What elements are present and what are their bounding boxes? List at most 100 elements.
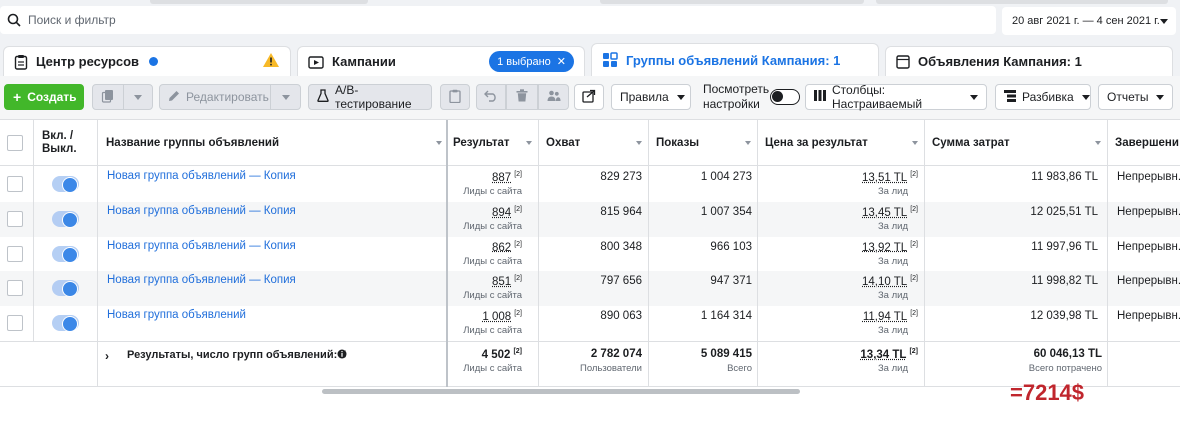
search-input[interactable]: Поиск и фильтр (0, 6, 996, 34)
col-result[interactable]: Результат (445, 120, 538, 166)
undo-icon (484, 90, 498, 105)
date-range-picker[interactable]: 20 авг 2021 г. — 4 сен 2021 г. (1002, 7, 1176, 35)
undo-button[interactable] (476, 84, 506, 110)
grid-line (33, 120, 34, 341)
tab-resources[interactable]: Центр ресурсов (3, 46, 291, 76)
row-toggle[interactable] (52, 280, 79, 296)
table-row[interactable]: Новая группа объявлений — Копия 894 [2] Лид… (0, 202, 1180, 237)
ab-test-button[interactable]: А/В-тестирование (308, 84, 432, 110)
duplicate-button[interactable] (92, 84, 124, 110)
create-button[interactable]: + Создать (4, 84, 84, 110)
adset-name-link[interactable]: Новая группа объявлений — Копия (107, 205, 296, 217)
tab-campaigns[interactable]: Кампании 1 выбрано ✕ (297, 46, 585, 76)
adset-name-link[interactable]: Новая группа объявлений — Копия (107, 240, 296, 252)
col-cost-per-result[interactable]: Цена за результат (757, 120, 924, 166)
audience-button[interactable] (538, 84, 569, 110)
cpr-sub: За лид (878, 325, 908, 336)
scroll-stub (150, 0, 368, 4)
close-icon[interactable]: ✕ (557, 55, 566, 68)
ends-cell: Непрерывн... (1117, 171, 1180, 183)
result-sub: Лиды с сайта (463, 325, 522, 336)
sort-icon[interactable] (526, 141, 532, 145)
delete-button[interactable] (506, 84, 538, 110)
warning-icon[interactable] (262, 52, 280, 71)
table-row[interactable]: Новая группа объявлений — Копия 862 [2] Лид… (0, 237, 1180, 272)
col-spent-label: Сумма затрат (932, 137, 1010, 149)
select-all-checkbox[interactable] (7, 135, 23, 151)
adset-name-link[interactable]: Новая группа объявлений — Копия (107, 170, 296, 182)
info-icon[interactable] (337, 348, 347, 362)
col-reach[interactable]: Охват (538, 120, 648, 166)
cpr-value: 11,94 TL (863, 311, 907, 323)
col-reach-label: Охват (546, 137, 580, 149)
result-cell: 862 [2] (492, 241, 522, 254)
frozen-column-divider[interactable] (446, 120, 448, 387)
chevron-right-icon[interactable]: › (105, 349, 109, 363)
col-impressions[interactable]: Показы (648, 120, 757, 166)
selected-pill[interactable]: 1 выбрано ✕ (489, 51, 574, 72)
result-value: 887 (492, 172, 511, 184)
result-cell: 1 008 [2] (482, 310, 522, 323)
duplicate-dropdown[interactable] (123, 84, 153, 110)
col-spent[interactable]: Сумма затрат (924, 120, 1107, 166)
edit-dropdown[interactable] (270, 84, 301, 110)
table-row[interactable]: Новая группа объявлений 1 008 [2] Лиды с са… (0, 306, 1180, 341)
col-name-label: Название группы объявлений (106, 137, 279, 149)
row-toggle[interactable] (52, 176, 79, 192)
view-settings-line2: настройки (703, 97, 769, 112)
adset-name-link[interactable]: Новая группа объявлений — Копия (107, 274, 296, 286)
col-onoff[interactable]: Вкл. / Выкл. (34, 120, 98, 166)
reach-cell: 815 964 (600, 206, 642, 218)
reports-button[interactable]: Отчеты (1098, 84, 1173, 110)
selected-pill-label: 1 выбрано (497, 56, 551, 68)
export-button[interactable] (574, 84, 604, 110)
grid-line (1107, 120, 1108, 387)
sort-icon[interactable] (1095, 141, 1101, 145)
footnote-mark: [2] (910, 310, 918, 317)
rules-button[interactable]: Правила (611, 84, 691, 110)
reach-cell: 890 063 (600, 310, 642, 322)
col-name[interactable]: Название группы объявлений (98, 120, 448, 166)
columns-button[interactable]: Столбцы: Настраиваемый (805, 84, 987, 110)
breakdown-button[interactable]: Разбивка (995, 84, 1091, 110)
sort-icon[interactable] (636, 141, 642, 145)
ends-cell: Непрерывн... (1117, 275, 1180, 287)
footnote-mark: [2] (514, 206, 522, 213)
ab-test-label: А/В-тестирование (335, 83, 423, 111)
result-cell: 851 [2] (492, 275, 522, 288)
row-checkbox[interactable] (7, 315, 23, 331)
row-checkbox[interactable] (7, 280, 23, 296)
horizontal-scrollbar[interactable] (322, 389, 800, 394)
impressions-cell: 1 164 314 (701, 310, 752, 322)
chevron-down-icon (282, 95, 290, 100)
clipboard-button[interactable] (440, 84, 470, 110)
edit-button-label: Редактировать (186, 90, 269, 104)
summary-row: › Результаты, число групп объявлений: 5 … (0, 341, 1180, 387)
col-ends[interactable]: Завершени (1107, 120, 1180, 166)
row-toggle[interactable] (52, 246, 79, 262)
ends-cell: Непрерывн... (1117, 206, 1180, 218)
row-checkbox[interactable] (7, 211, 23, 227)
table-row[interactable]: Новая группа объявлений — Копия 887 [2] Лид… (0, 167, 1180, 202)
row-checkbox[interactable] (7, 246, 23, 262)
row-toggle[interactable] (52, 315, 79, 331)
cpr-sub: За лид (878, 256, 908, 267)
tab-adsets[interactable]: Группы объявлений Кампания: 1 (591, 43, 879, 76)
table-row[interactable]: Новая группа объявлений — Копия 851 [2] Лид… (0, 271, 1180, 306)
sort-icon[interactable] (745, 141, 751, 145)
chevron-down-icon (1160, 19, 1168, 24)
sort-icon[interactable] (912, 141, 918, 145)
footnote-mark: [2] (909, 348, 918, 355)
trash-icon (516, 89, 528, 105)
grid-line (648, 120, 649, 387)
adset-name-link[interactable]: Новая группа объявлений (107, 309, 246, 321)
result-value: 894 (492, 207, 511, 219)
row-checkbox[interactable] (7, 176, 23, 192)
edit-button[interactable]: Редактировать (159, 84, 271, 110)
chevron-down-icon (1156, 95, 1164, 100)
row-toggle[interactable] (52, 211, 79, 227)
sort-icon[interactable] (436, 141, 442, 145)
scroll-stub (876, 0, 1168, 4)
tab-ads[interactable]: Объявления Кампания: 1 (885, 46, 1173, 76)
view-settings-toggle[interactable] (770, 89, 800, 105)
